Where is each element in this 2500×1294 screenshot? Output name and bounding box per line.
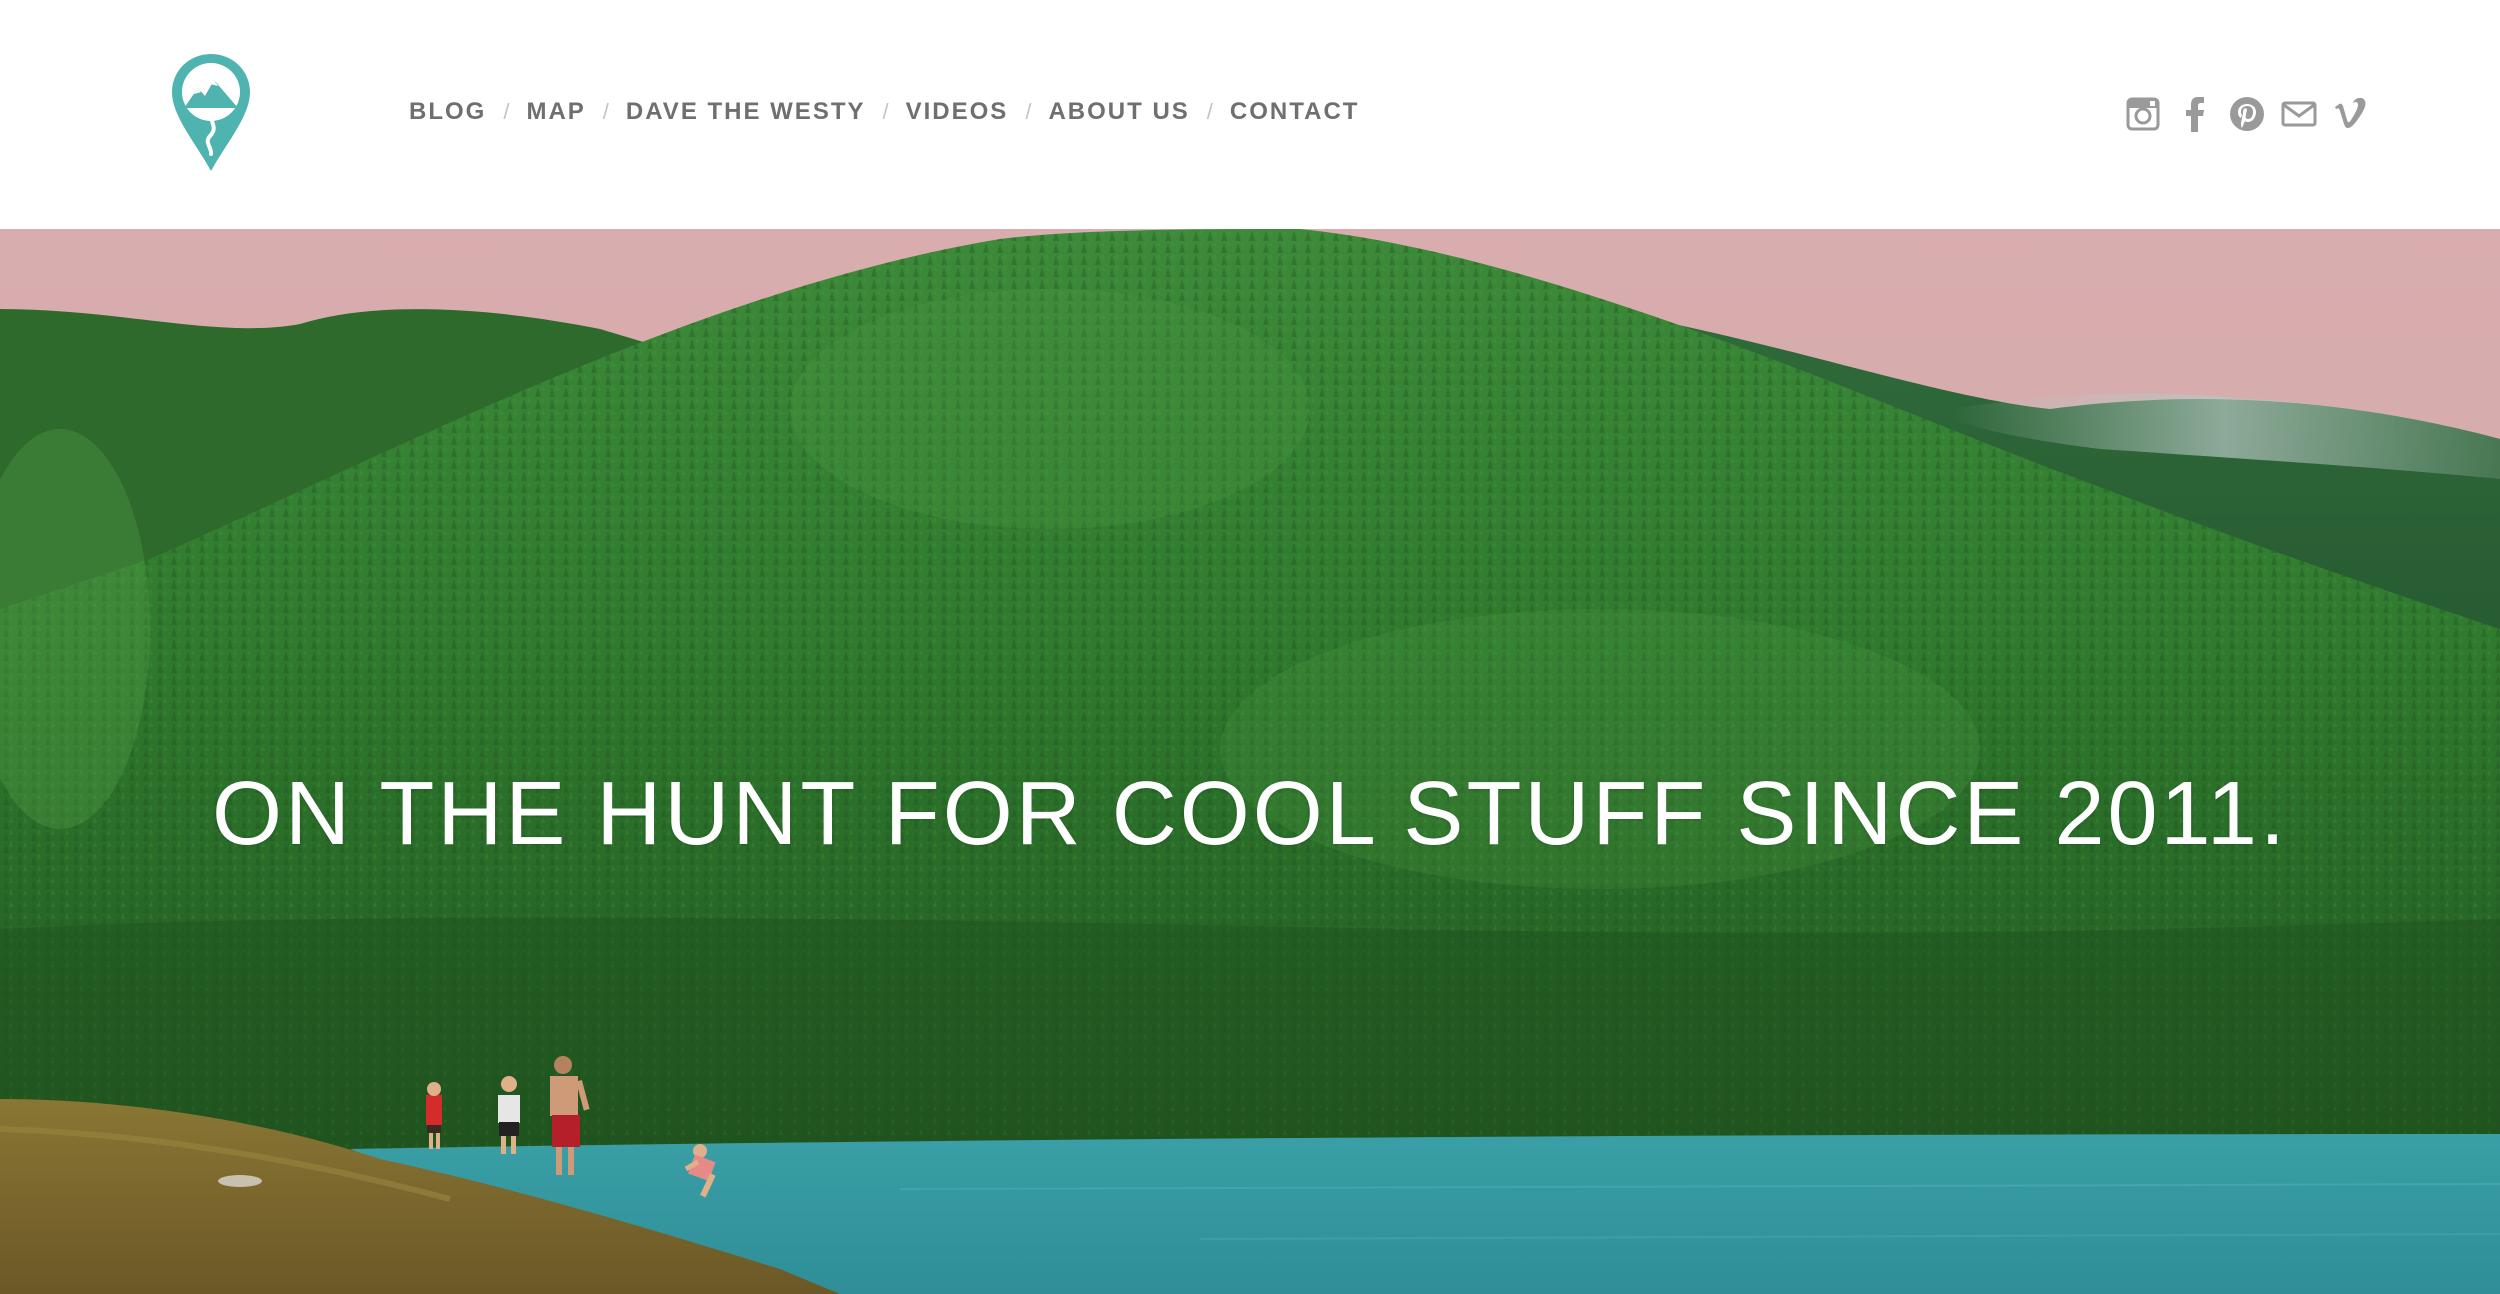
facebook-link[interactable]	[2176, 95, 2214, 133]
facebook-icon	[2186, 97, 2204, 132]
page: BLOG / MAP / DAVE THE WESTY / VIDEOS / A…	[0, 0, 2500, 1294]
instagram-icon	[2126, 97, 2160, 131]
nav-separator: /	[602, 99, 609, 124]
main-nav: BLOG / MAP / DAVE THE WESTY / VIDEOS / A…	[409, 95, 1359, 129]
nav-separator: /	[1025, 99, 1032, 124]
nav-separator: /	[882, 99, 889, 124]
nav-dave-the-westy[interactable]: DAVE THE WESTY	[626, 98, 866, 126]
logo[interactable]	[168, 50, 254, 175]
hero-image	[0, 229, 2500, 1294]
vimeo-link[interactable]	[2332, 95, 2370, 133]
pinterest-link[interactable]	[2228, 95, 2266, 133]
nav-contact[interactable]: CONTACT	[1230, 98, 1360, 126]
instagram-link[interactable]	[2124, 95, 2162, 133]
nav-videos[interactable]: VIDEOS	[906, 98, 1009, 126]
email-link[interactable]	[2280, 95, 2318, 133]
pinterest-icon	[2230, 97, 2264, 131]
map-pin-mountain-logo-icon	[172, 54, 250, 171]
nav-separator: /	[503, 99, 510, 124]
nav-about-us[interactable]: ABOUT US	[1048, 98, 1189, 126]
nav-map[interactable]: MAP	[526, 98, 585, 126]
hero-tagline: ON THE HUNT FOR COOL STUFF SINCE 2011.	[212, 764, 2288, 865]
mail-icon	[2281, 101, 2317, 127]
social-links	[2124, 94, 2370, 134]
nav-separator: /	[1206, 99, 1213, 124]
hero: ON THE HUNT FOR COOL STUFF SINCE 2011.	[0, 229, 2500, 1294]
vimeo-icon	[2335, 98, 2366, 128]
site-header: BLOG / MAP / DAVE THE WESTY / VIDEOS / A…	[0, 0, 2500, 229]
nav-blog[interactable]: BLOG	[409, 98, 486, 126]
